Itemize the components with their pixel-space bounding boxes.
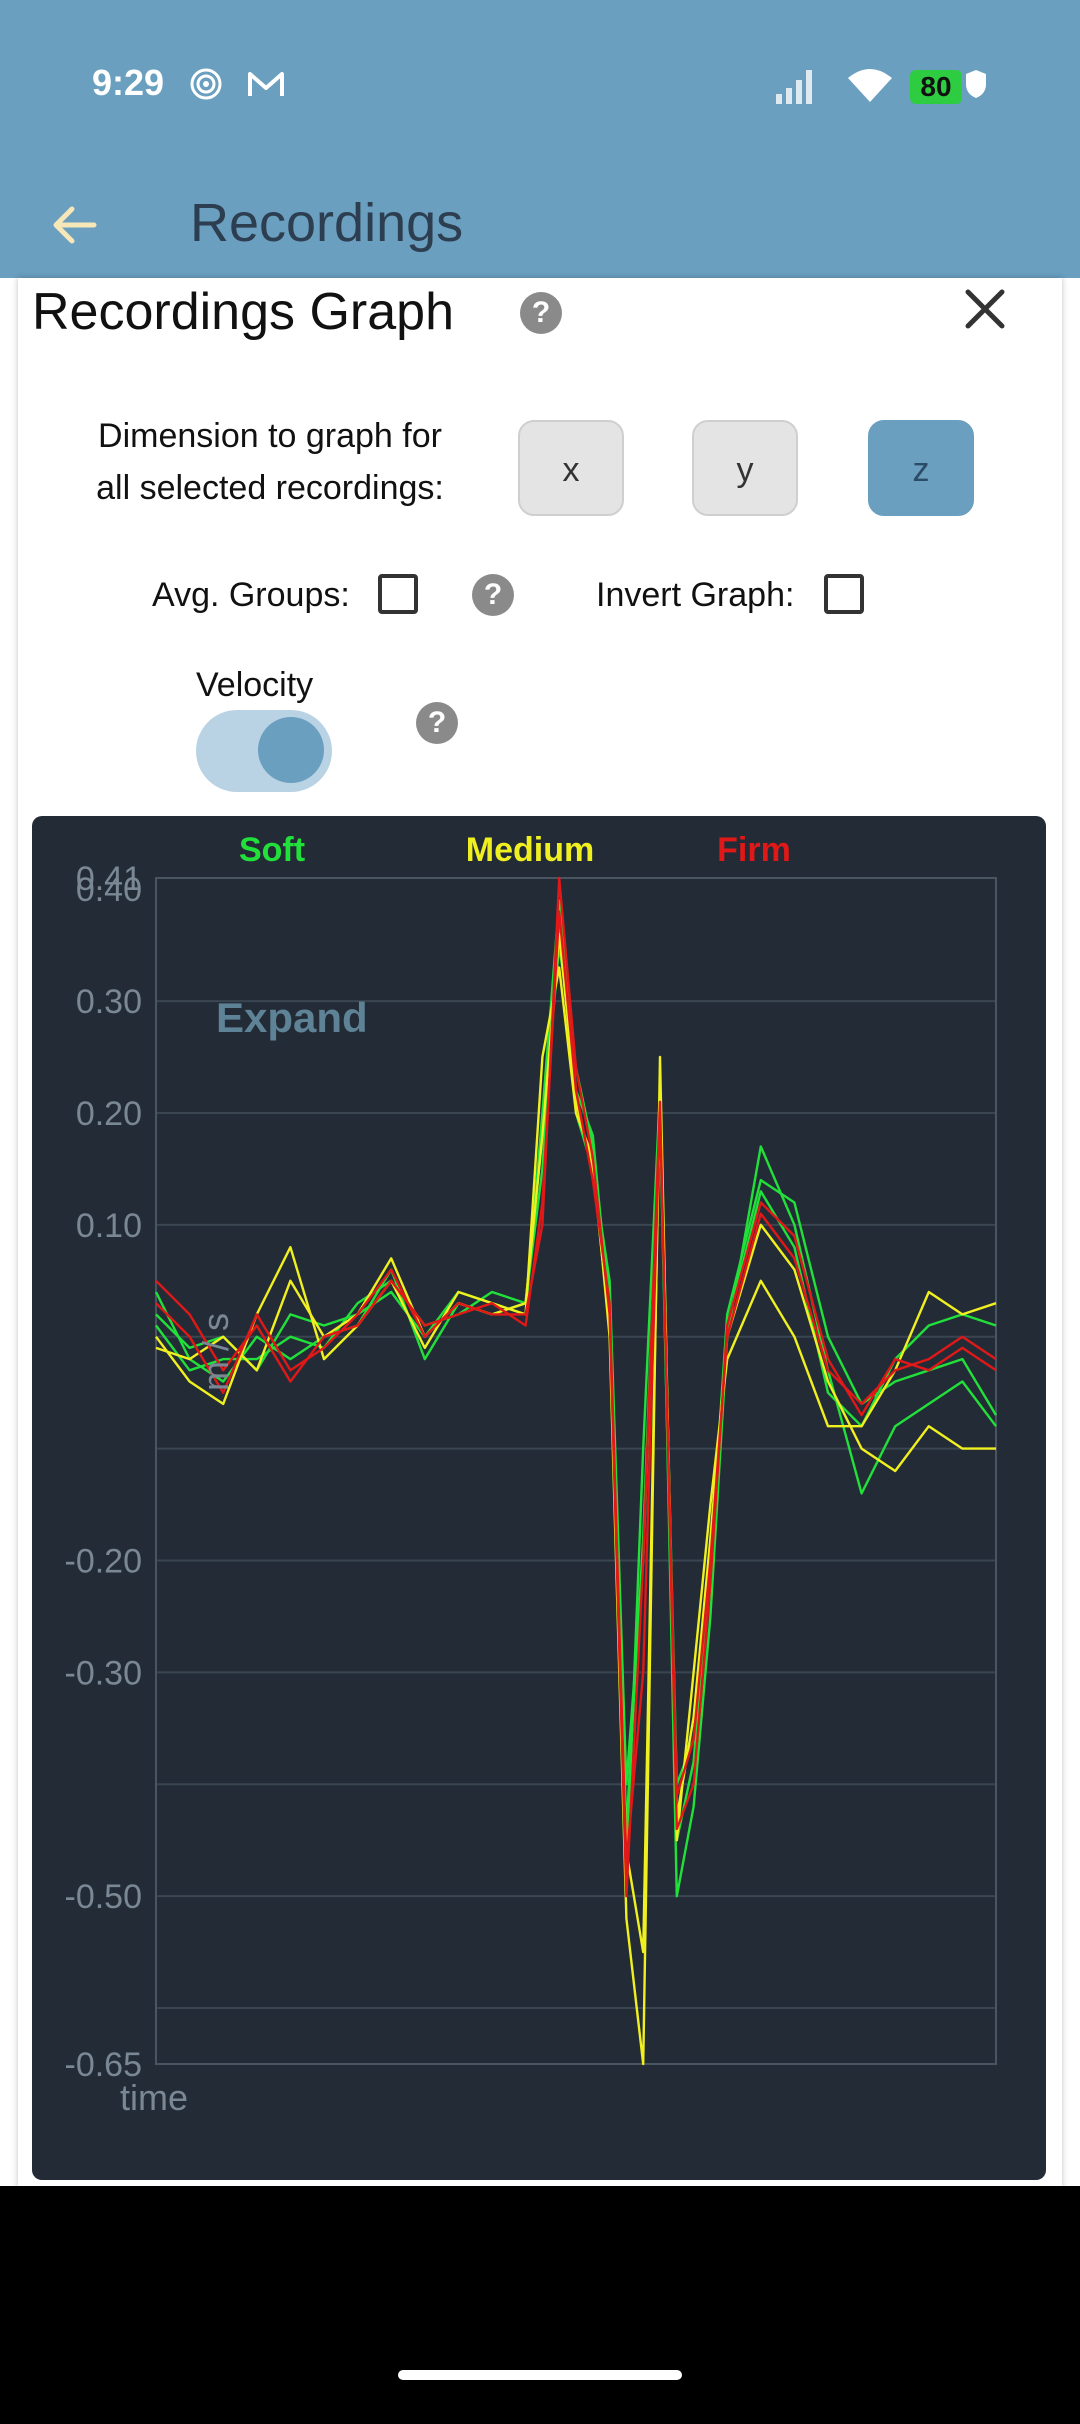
series-line-medium	[155, 966, 997, 2066]
system-nav-bar	[0, 2186, 1080, 2424]
series-line-firm	[155, 910, 997, 1864]
close-icon[interactable]	[958, 282, 1012, 336]
avg-groups-help-icon[interactable]: ?	[472, 574, 514, 616]
velocity-toggle-thumb[interactable]	[258, 717, 324, 783]
legend-medium: Medium	[466, 831, 594, 869]
y-tick-label: -0.30	[65, 1654, 143, 1692]
help-icon[interactable]: ?	[520, 292, 562, 334]
dimension-label: Dimension to graph for all selected reco…	[60, 410, 480, 514]
x-axis-label: time	[120, 2077, 188, 2118]
y-tick-label: 0.40	[76, 871, 142, 909]
app-title: Recordings	[190, 193, 464, 253]
legend-soft: Soft	[239, 831, 305, 869]
battery-level: 80	[910, 70, 962, 104]
y-tick-label: -0.20	[65, 1543, 143, 1581]
avg-groups-label: Avg. Groups:	[152, 576, 350, 614]
app-bar: 9:29 80 Recordings	[0, 0, 1080, 278]
y-tick-label: 0.20	[76, 1095, 142, 1133]
wifi-icon	[848, 69, 892, 102]
dimension-z-button[interactable]: z	[868, 420, 974, 516]
gmail-icon	[248, 72, 284, 96]
dialog-title: Recordings Graph	[32, 283, 454, 341]
velocity-help-icon[interactable]: ?	[416, 702, 458, 744]
shield-icon	[966, 70, 986, 98]
y-tick-label: 0.10	[76, 1207, 142, 1245]
home-indicator[interactable]	[398, 2370, 682, 2380]
dimension-x-button[interactable]: x	[518, 420, 624, 516]
dimension-label-line1: Dimension to graph for	[98, 417, 442, 455]
dimension-label-line2: all selected recordings:	[96, 469, 444, 507]
avg-groups-checkbox[interactable]	[378, 574, 418, 614]
status-time: 9:29	[92, 62, 165, 103]
chart-container: 0.41 0.40 0.30 0.20 0.10 -0.20 -0.30 -0.50 -0.65…	[32, 816, 1046, 2180]
dimension-y-button[interactable]: y	[692, 420, 798, 516]
signal-icon	[776, 70, 812, 104]
velocity-label: Velocity	[196, 666, 314, 704]
invert-graph-label: Invert Graph:	[596, 576, 795, 614]
legend-firm: Firm	[717, 831, 791, 869]
y-axis-label: m / s	[195, 1313, 236, 1391]
velocity-chart: 0.410.400.300.200.10-0.20-0.30-0.50-0.65…	[65, 831, 998, 2118]
y-tick-label: 0.30	[76, 983, 142, 1021]
back-button[interactable]	[44, 195, 104, 255]
notification-swirl-icon	[190, 68, 222, 100]
expand-button[interactable]: Expand	[216, 994, 368, 1041]
invert-graph-checkbox[interactable]	[824, 574, 864, 614]
y-tick-label: -0.50	[65, 1878, 143, 1916]
